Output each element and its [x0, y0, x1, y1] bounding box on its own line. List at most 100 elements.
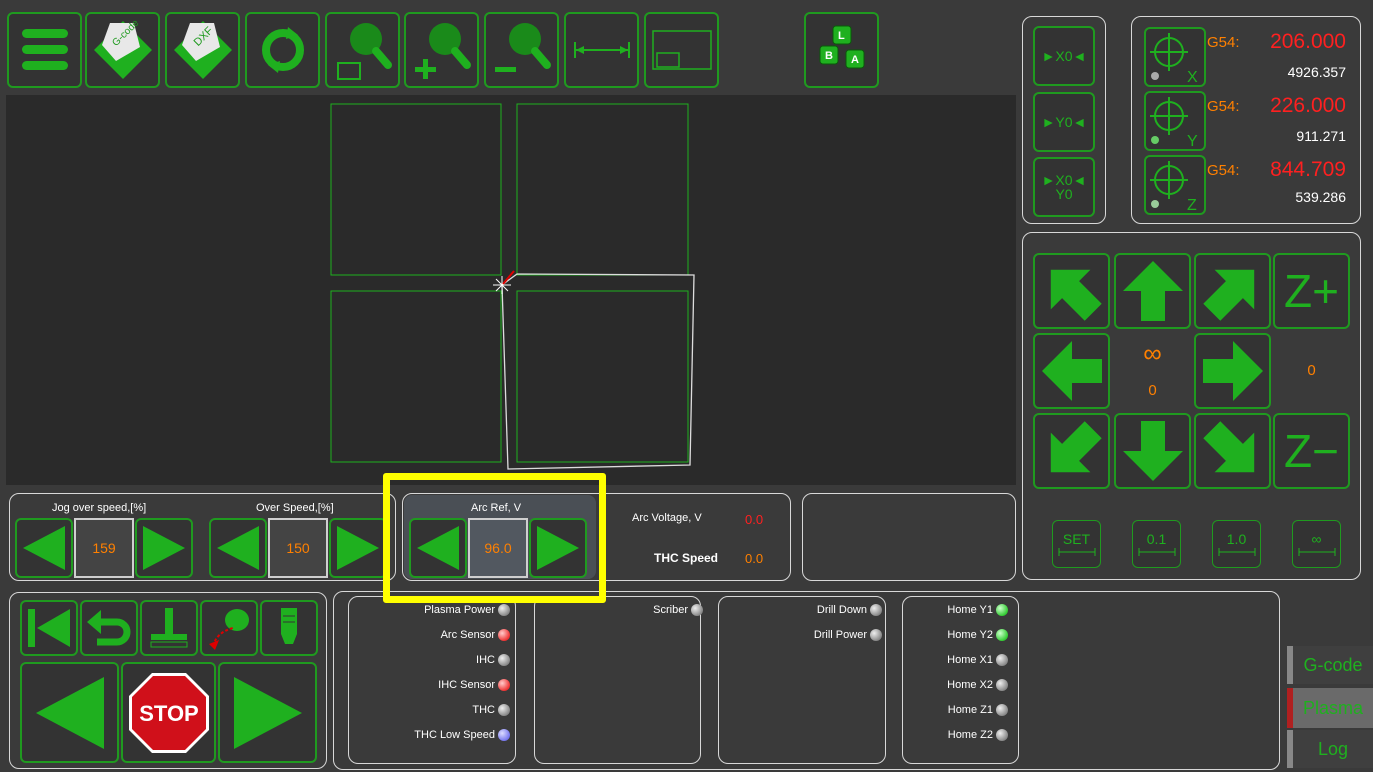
status-led-icon — [996, 679, 1008, 692]
goto-x-button[interactable]: X — [1144, 27, 1206, 87]
zoom-out-button[interactable] — [484, 12, 559, 88]
jog-z-value: 0 — [1307, 362, 1316, 379]
tab-plasma[interactable]: Plasma — [1287, 688, 1373, 728]
zero-y-label: ►Y0◄ — [1041, 114, 1087, 130]
play-backward-icon — [35, 676, 104, 749]
toolpath-canvas[interactable] — [6, 95, 1016, 485]
io-indicator-label: Home Y2 — [947, 629, 993, 641]
status-led-icon — [870, 629, 882, 642]
goto-start-button[interactable] — [20, 600, 78, 656]
zoom-in-icon — [414, 23, 471, 79]
zero-y-button[interactable]: ►Y0◄ — [1033, 92, 1095, 152]
frame-button[interactable] — [644, 12, 719, 88]
stop-sign-icon: STOP — [128, 672, 209, 753]
gcode-file-icon: G-code — [93, 18, 152, 79]
reload-button[interactable] — [245, 12, 320, 88]
status-led-icon — [996, 629, 1008, 642]
pierce-button[interactable] — [200, 600, 258, 656]
jog-down-right-button[interactable] — [1194, 413, 1271, 489]
svg-text:Y: Y — [1187, 133, 1198, 148]
z-prefix: G54: — [1207, 162, 1240, 179]
goto-y-button[interactable]: Y — [1144, 91, 1206, 151]
step-10-button[interactable]: 1.0 — [1212, 520, 1261, 568]
io-indicator-label: Home Z1 — [947, 704, 993, 716]
jog-z-minus-button[interactable]: Z− — [1273, 413, 1350, 489]
x-machine-value: 4926.357 — [1287, 64, 1346, 80]
io-indicator-row: Home X2 — [947, 679, 1008, 692]
x-prefix: G54: — [1207, 34, 1240, 51]
jog-over-speed-value[interactable]: 159 — [74, 518, 134, 578]
run-forward-button[interactable] — [218, 662, 317, 763]
io-indicator-row: Home X1 — [947, 654, 1008, 667]
keyboard-button[interactable]: L B A — [804, 12, 879, 88]
io-indicator-row: Arc Sensor — [440, 629, 510, 642]
jog-down-button[interactable] — [1114, 413, 1191, 489]
over-speed-label: Over Speed,[%] — [256, 502, 334, 514]
triangle-right-icon — [143, 526, 185, 570]
step-01-button[interactable]: 0.1 — [1132, 520, 1181, 568]
goto-z-button[interactable]: Z — [1144, 155, 1206, 215]
jog-up-left-button[interactable] — [1033, 253, 1110, 329]
zero-x-button[interactable]: ►X0◄ — [1033, 26, 1095, 86]
touch-off-button[interactable] — [140, 600, 198, 656]
tab-log[interactable]: Log — [1287, 730, 1373, 768]
triangle-left-icon — [23, 526, 65, 570]
io-indicator-label: Home X1 — [947, 654, 993, 666]
pierce-path-icon — [209, 609, 249, 650]
return-button[interactable] — [80, 600, 138, 656]
status-led-icon — [870, 604, 882, 617]
arrow-down-left-icon — [1050, 421, 1102, 473]
io-indicator-label: Arc Sensor — [440, 629, 495, 641]
jog-down-left-button[interactable] — [1033, 413, 1110, 489]
jog-over-decrease-button[interactable] — [15, 518, 73, 578]
io-indicator-label: Scriber — [653, 604, 688, 616]
zoom-out-icon — [494, 23, 551, 72]
arc-voltage-label: Arc Voltage, V — [632, 512, 702, 524]
play-forward-icon — [233, 676, 302, 749]
torch-position-icon — [493, 270, 515, 294]
measure-button[interactable] — [564, 12, 639, 88]
crosshair-icon: Y — [1150, 97, 1198, 148]
step-set-button[interactable]: SET — [1052, 520, 1101, 568]
toolpath-drawing — [330, 103, 695, 470]
io-indicator-row: Home Y2 — [947, 629, 1008, 642]
zero-xy-button[interactable]: ►X0◄ Y0 — [1033, 157, 1095, 217]
thc-speed-label: THC Speed — [654, 551, 719, 565]
torch-button[interactable] — [260, 600, 318, 656]
arrow-right-icon — [1202, 341, 1263, 401]
zoom-fit-button[interactable] — [325, 12, 400, 88]
jog-up-button[interactable] — [1114, 253, 1191, 329]
io-indicator-row: Drill Down — [817, 604, 882, 617]
io-panel-drill — [718, 596, 886, 764]
z-minus-label: Z− — [1284, 425, 1339, 477]
over-speed-value[interactable]: 150 — [268, 518, 328, 578]
status-led-icon — [691, 604, 703, 617]
step-10-label: 1.0 — [1226, 531, 1247, 547]
over-speed-decrease-button[interactable] — [209, 518, 267, 578]
jog-left-button[interactable] — [1033, 333, 1110, 409]
menu-button[interactable] — [7, 12, 82, 88]
jog-z-plus-button[interactable]: Z+ — [1273, 253, 1350, 329]
tab-gcode[interactable]: G-code — [1287, 646, 1373, 684]
crosshair-icon: Z — [1150, 161, 1197, 212]
x-work-value: 206.000 — [1270, 30, 1346, 53]
jog-over-increase-button[interactable] — [135, 518, 193, 578]
refresh-icon — [261, 27, 304, 73]
torch-icon — [281, 608, 297, 644]
arc-voltage-value: 0.0 — [745, 512, 764, 527]
arrow-up-left-icon — [1050, 269, 1102, 321]
io-indicator-row: IHC Sensor — [438, 679, 510, 692]
status-led-icon — [498, 629, 510, 642]
zoom-in-button[interactable] — [404, 12, 479, 88]
open-dxf-button[interactable]: DXF — [165, 12, 240, 88]
open-gcode-button[interactable]: G-code — [85, 12, 160, 88]
step-continuous-button[interactable]: ∞ — [1292, 520, 1341, 568]
over-speed-increase-button[interactable] — [329, 518, 387, 578]
jog-right-button[interactable] — [1194, 333, 1271, 409]
io-indicator-row: Home Y1 — [947, 604, 1008, 617]
run-backward-button[interactable] — [20, 662, 119, 763]
jog-up-right-button[interactable] — [1194, 253, 1271, 329]
step-ruler-icon — [1138, 548, 1175, 556]
stop-button[interactable]: STOP — [121, 662, 216, 763]
jog-center-value: 0 — [1148, 382, 1157, 399]
